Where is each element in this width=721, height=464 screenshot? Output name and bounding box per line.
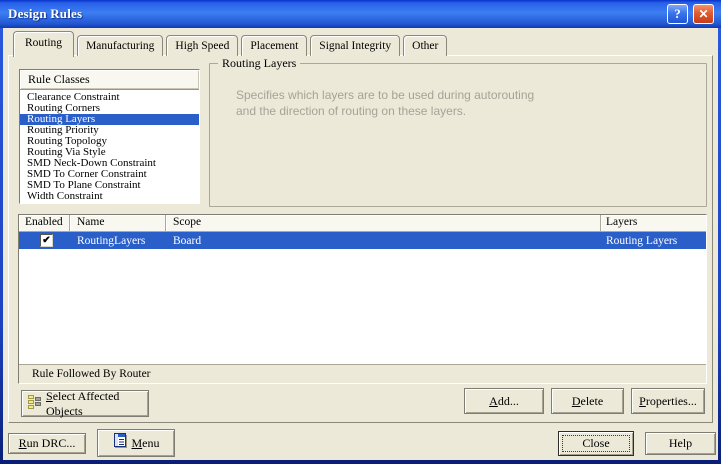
- rule-classes-header: Rule Classes: [20, 70, 199, 90]
- design-rules-dialog: Design Rules ? ✕ Routing Manufacturing H…: [0, 0, 721, 464]
- properties-button[interactable]: Properties...: [631, 388, 705, 414]
- menu-icon: [113, 433, 127, 453]
- title-bar[interactable]: Design Rules ? ✕: [0, 0, 721, 28]
- tab-manufacturing[interactable]: Manufacturing: [77, 35, 163, 56]
- select-affected-objects-button[interactable]: Select Affected Objects: [21, 390, 149, 417]
- close-icon[interactable]: ✕: [693, 4, 714, 24]
- grid-header-row: Enabled Name Scope Layers: [19, 215, 706, 232]
- enabled-cell: ✔: [19, 234, 70, 247]
- tab-high-speed[interactable]: High Speed: [166, 35, 238, 56]
- groupbox-title: Routing Layers: [218, 56, 300, 71]
- column-header-enabled[interactable]: Enabled: [19, 215, 70, 231]
- column-header-name[interactable]: Name: [70, 215, 166, 231]
- tab-strip: Routing Manufacturing High Speed Placeme…: [13, 30, 450, 56]
- list-item[interactable]: Width Constraint: [20, 191, 199, 202]
- rules-grid: Enabled Name Scope Layers ✔ RoutingLayer…: [18, 214, 707, 384]
- help-icon[interactable]: ?: [667, 4, 688, 24]
- tab-other[interactable]: Other: [403, 35, 447, 56]
- enabled-checkbox[interactable]: ✔: [40, 234, 53, 247]
- column-header-layers[interactable]: Layers: [601, 215, 706, 231]
- delete-button[interactable]: Delete: [551, 388, 624, 414]
- help-button[interactable]: Help: [645, 432, 716, 455]
- rule-description-text: Specifies which layers are to be used du…: [236, 88, 536, 119]
- routing-tab-page: Rule Classes Clearance Constraint Routin…: [8, 55, 713, 423]
- rule-description-groupbox: Routing Layers Specifies which layers ar…: [209, 63, 707, 207]
- name-cell: RoutingLayers: [70, 233, 166, 249]
- rule-classes-list: Clearance Constraint Routing Corners Rou…: [20, 90, 199, 202]
- run-drc-button[interactable]: Run DRC...: [8, 433, 86, 454]
- rule-status-bar: Rule Followed By Router: [19, 364, 706, 383]
- scope-cell: Board: [166, 233, 601, 249]
- close-button[interactable]: Close: [558, 431, 634, 456]
- tab-signal-integrity[interactable]: Signal Integrity: [310, 35, 400, 56]
- add-button[interactable]: Add...: [464, 388, 544, 414]
- dialog-client-area: Routing Manufacturing High Speed Placeme…: [3, 28, 718, 460]
- tab-placement[interactable]: Placement: [241, 35, 307, 56]
- column-header-scope[interactable]: Scope: [166, 215, 601, 231]
- select-objects-icon: [28, 395, 41, 413]
- rule-classes-listbox: Rule Classes Clearance Constraint Routin…: [19, 69, 200, 204]
- grid-empty-area: [19, 249, 706, 364]
- menu-button[interactable]: Menu: [97, 429, 175, 457]
- focus-rectangle: [562, 435, 630, 452]
- layers-cell: Routing Layers: [601, 233, 706, 249]
- table-row[interactable]: ✔ RoutingLayers Board Routing Layers: [19, 232, 706, 249]
- tab-routing[interactable]: Routing: [13, 31, 74, 57]
- window-title: Design Rules: [0, 6, 82, 22]
